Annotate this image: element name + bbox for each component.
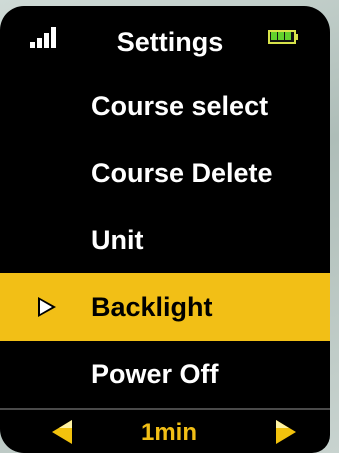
selection-cursor-icon (38, 297, 56, 317)
menu-item-label: Backlight (91, 292, 213, 322)
device-frame: Settings Course select Course Delete Uni… (0, 0, 339, 453)
battery-full-icon (268, 30, 298, 44)
menu-item-label: Course Delete (91, 158, 273, 188)
page-title: Settings (116, 27, 224, 57)
setting-value: 1min (140, 419, 197, 446)
settings-menu: Course select Course Delete Unit Backlig… (0, 72, 330, 409)
menu-item-course-delete[interactable]: Course Delete (0, 139, 330, 207)
chevron-left-icon[interactable] (48, 418, 76, 446)
menu-item-label: Course select (91, 91, 269, 121)
menu-item-label: Unit (91, 225, 144, 255)
menu-item-power-off[interactable]: Power Off (0, 340, 330, 408)
signal-bars-icon (30, 26, 64, 48)
menu-item-backlight[interactable]: Backlight (0, 273, 330, 341)
value-selector: 1min (0, 408, 330, 453)
status-bar: Settings (0, 6, 330, 68)
menu-item-unit[interactable]: Unit (0, 206, 330, 274)
chevron-right-icon[interactable] (272, 418, 300, 446)
device-screen: Settings Course select Course Delete Uni… (0, 6, 330, 453)
menu-item-course-select[interactable]: Course select (0, 72, 330, 140)
menu-item-label: Power Off (91, 359, 219, 389)
